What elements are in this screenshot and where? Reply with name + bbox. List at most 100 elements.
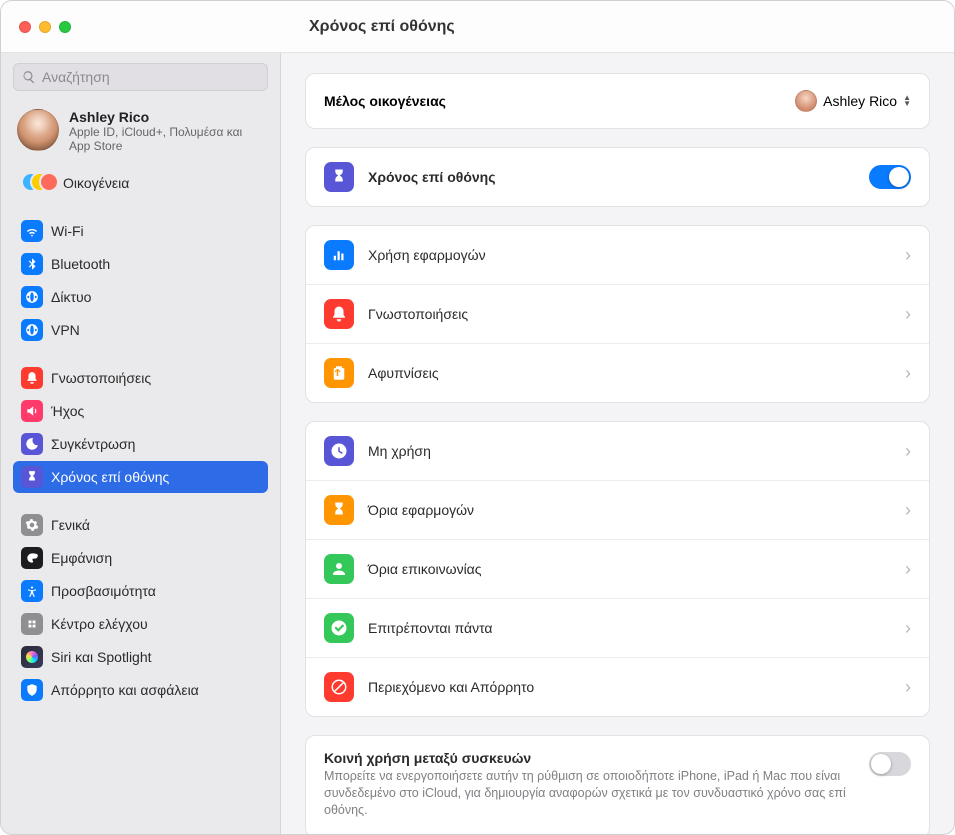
sound-icon [21, 400, 43, 422]
bluetooth-icon [21, 253, 43, 275]
network-icon [21, 286, 43, 308]
family-member-avatar [795, 90, 817, 112]
sidebar-item-label: VPN [51, 322, 80, 338]
settings-row-label: Περιεχόμενο και Απόρρητο [368, 679, 905, 695]
settings-row-notifications[interactable]: Γνωστοποιήσεις› [306, 285, 929, 344]
settings-row-label: Μη χρήση [368, 443, 905, 459]
chevron-right-icon: › [905, 559, 911, 580]
family-icon [21, 172, 55, 194]
settings-row-downtime[interactable]: Μη χρήση› [306, 422, 929, 481]
settings-row-app-limits[interactable]: Όρια εφαρμογών› [306, 481, 929, 540]
pickups-icon [324, 358, 354, 388]
sidebar-item-label: Wi-Fi [51, 223, 84, 239]
sidebar-item-label: Χρόνος επί οθόνης [51, 469, 169, 485]
downtime-icon [324, 436, 354, 466]
hourglass-icon [324, 162, 354, 192]
chevron-right-icon: › [905, 441, 911, 462]
wifi-icon [21, 220, 43, 242]
focus-icon [21, 433, 43, 455]
sidebar-item-label: Συγκέντρωση [51, 436, 135, 452]
sidebar-item-hourglass[interactable]: Χρόνος επί οθόνης [13, 461, 268, 493]
privacy-icon [21, 679, 43, 701]
sidebar-item-sound[interactable]: Ήχος [13, 395, 268, 427]
sidebar-item-network[interactable]: Δίκτυο [13, 281, 268, 313]
chevron-right-icon: › [905, 363, 911, 384]
sidebar-item-label: Προσβασιμότητα [51, 583, 156, 599]
family-member-row[interactable]: Μέλος οικογένειας Ashley Rico ▲▼ [306, 74, 929, 128]
hourglass-icon [21, 466, 43, 488]
window-controls [1, 21, 281, 33]
chevron-right-icon: › [905, 618, 911, 639]
sidebar-item-gear[interactable]: Γενικά [13, 509, 268, 541]
app-limits-icon [324, 495, 354, 525]
sidebar-item-label: Γνωστοποιήσεις [51, 370, 151, 386]
family-member-label: Μέλος οικογένειας [324, 93, 795, 109]
search-input[interactable] [42, 69, 259, 85]
page-title: Χρόνος επί οθόνης [281, 18, 455, 36]
settings-row-pickups[interactable]: Αφυπνίσεις› [306, 344, 929, 402]
sidebar-item-label: Γενικά [51, 517, 90, 533]
gear-icon [21, 514, 43, 536]
sidebar-item-privacy[interactable]: Απόρρητο και ασφάλεια [13, 674, 268, 706]
sidebar-item-accessibility[interactable]: Προσβασιμότητα [13, 575, 268, 607]
accessibility-icon [21, 580, 43, 602]
comm-limits-icon [324, 554, 354, 584]
chevron-right-icon: › [905, 500, 911, 521]
sidebar-item-label: Bluetooth [51, 256, 110, 272]
content-privacy-icon [324, 672, 354, 702]
bell-icon [21, 367, 43, 389]
settings-row-label: Γνωστοποιήσεις [368, 306, 905, 322]
sidebar-item-focus[interactable]: Συγκέντρωση [13, 428, 268, 460]
sidebar-item-label: Ήχος [51, 403, 84, 419]
search-input-wrapper[interactable] [13, 63, 268, 91]
sidebar-item-family[interactable]: Οικογένεια [13, 167, 268, 199]
settings-row-label: Αφυπνίσεις [368, 365, 905, 381]
minimize-window-button[interactable] [39, 21, 51, 33]
search-icon [22, 70, 36, 84]
account-name: Ashley Rico [69, 109, 264, 125]
sidebar-item-label: Κέντρο ελέγχου [51, 616, 148, 632]
settings-row-label: Όρια επικοινωνίας [368, 561, 905, 577]
sidebar-item-label: Απόρρητο και ασφάλεια [51, 682, 199, 698]
screen-time-label: Χρόνος επί οθόνης [368, 169, 869, 185]
dropdown-arrows-icon: ▲▼ [903, 95, 911, 107]
close-window-button[interactable] [19, 21, 31, 33]
siri-icon [21, 646, 43, 668]
chevron-right-icon: › [905, 304, 911, 325]
sidebar-item-label: Δίκτυο [51, 289, 91, 305]
settings-row-app-usage[interactable]: Χρήση εφαρμογών› [306, 226, 929, 285]
sidebar-item-bell[interactable]: Γνωστοποιήσεις [13, 362, 268, 394]
share-title: Κοινή χρήση μεταξύ συσκευών [324, 750, 853, 766]
sidebar-item-bluetooth[interactable]: Bluetooth [13, 248, 268, 280]
always-allowed-icon [324, 613, 354, 643]
sidebar-item-siri[interactable]: Siri και Spotlight [13, 641, 268, 673]
account-avatar [17, 109, 59, 151]
settings-row-comm-limits[interactable]: Όρια επικοινωνίας› [306, 540, 929, 599]
settings-row-content-privacy[interactable]: Περιεχόμενο και Απόρρητο› [306, 658, 929, 716]
share-across-devices-toggle[interactable] [869, 752, 911, 776]
settings-row-label: Όρια εφαρμογών [368, 502, 905, 518]
screen-time-toggle-row: Χρόνος επί οθόνης [306, 148, 929, 206]
sidebar-item-label: Εμφάνιση [51, 550, 112, 566]
sidebar-item-label: Siri και Spotlight [51, 649, 152, 665]
settings-row-always-allowed[interactable]: Επιτρέπονται πάντα› [306, 599, 929, 658]
sidebar-item-wifi[interactable]: Wi-Fi [13, 215, 268, 247]
notifications-icon [324, 299, 354, 329]
maximize-window-button[interactable] [59, 21, 71, 33]
account-header[interactable]: Ashley Rico Apple ID, iCloud+, Πολυμέσα … [13, 103, 268, 166]
vpn-icon [21, 319, 43, 341]
sidebar-item-control-center[interactable]: Κέντρο ελέγχου [13, 608, 268, 640]
chevron-right-icon: › [905, 245, 911, 266]
screen-time-toggle[interactable] [869, 165, 911, 189]
app-usage-icon [324, 240, 354, 270]
account-subtitle: Apple ID, iCloud+, Πολυμέσα και App Stor… [69, 125, 264, 154]
share-description: Μπορείτε να ενεργοποιήσετε αυτήν τη ρύθμ… [324, 768, 853, 819]
appearance-icon [21, 547, 43, 569]
sidebar-item-label: Οικογένεια [63, 175, 129, 191]
share-across-devices-row: Κοινή χρήση μεταξύ συσκευών Μπορείτε να … [306, 736, 929, 834]
sidebar-item-appearance[interactable]: Εμφάνιση [13, 542, 268, 574]
sidebar-item-vpn[interactable]: VPN [13, 314, 268, 346]
settings-row-label: Χρήση εφαρμογών [368, 247, 905, 263]
family-member-value: Ashley Rico [823, 93, 897, 109]
settings-row-label: Επιτρέπονται πάντα [368, 620, 905, 636]
